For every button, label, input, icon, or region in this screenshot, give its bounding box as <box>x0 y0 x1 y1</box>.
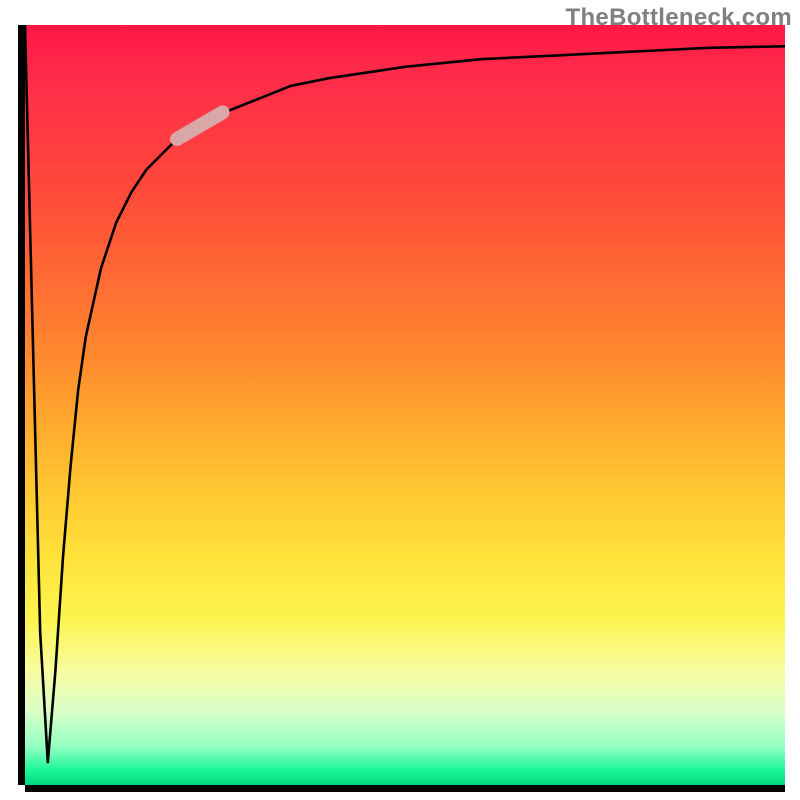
bottleneck-curve <box>25 25 785 762</box>
curve-layer <box>25 25 785 785</box>
plot-area <box>25 25 785 785</box>
y-axis <box>18 25 25 785</box>
highlight-segment <box>177 112 223 139</box>
x-axis <box>25 785 785 792</box>
chart-container: TheBottleneck.com <box>0 0 800 800</box>
watermark-text: TheBottleneck.com <box>566 4 792 32</box>
